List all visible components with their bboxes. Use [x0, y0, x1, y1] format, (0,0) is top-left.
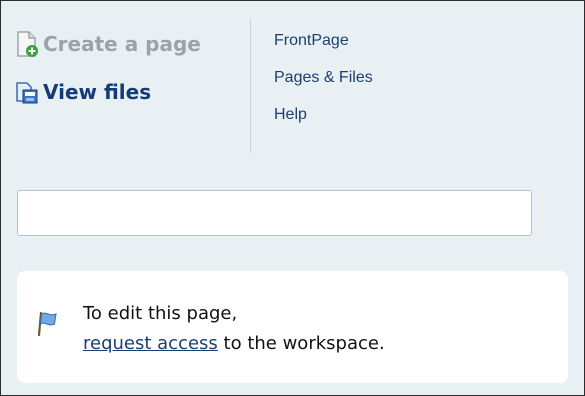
nav-link-pages-files[interactable]: Pages & Files: [274, 68, 373, 88]
request-access-link[interactable]: request access: [83, 333, 218, 354]
notice-text: To edit this page,: [83, 303, 238, 324]
action-list: Create a page View files: [15, 29, 201, 125]
new-page-icon: [17, 31, 38, 57]
nav-link-frontpage[interactable]: FrontPage: [274, 31, 373, 51]
nav-link-help[interactable]: Help: [274, 105, 373, 125]
edit-access-notice: To edit this page, request access to the…: [17, 271, 568, 383]
notice-suffix: to the workspace.: [217, 333, 385, 354]
create-page-label: Create a page: [43, 32, 201, 56]
workspace-nav: FrontPage Pages & Files Help: [274, 31, 373, 142]
flag-icon: [37, 311, 57, 337]
view-files-label: View files: [43, 80, 152, 104]
notice-text-line: request access to the workspace.: [83, 333, 385, 354]
workspace-panel: Create a page View files FrontPage Pages…: [0, 0, 585, 396]
create-page-button[interactable]: Create a page: [15, 29, 201, 59]
column-divider: [250, 19, 251, 153]
files-icon: [16, 82, 38, 104]
search-input[interactable]: [17, 190, 532, 236]
view-files-button[interactable]: View files: [15, 77, 201, 107]
